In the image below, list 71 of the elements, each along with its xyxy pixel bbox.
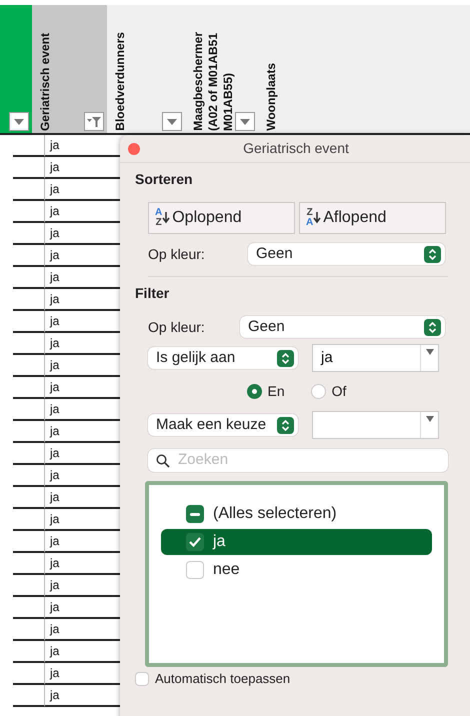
close-button[interactable] [128,142,140,154]
column-label: Bloedverdunners [113,32,127,131]
caret-icon [240,118,250,124]
filter-dropdown-button[interactable] [84,112,104,131]
table-cell [13,575,45,597]
table-cell [13,597,45,619]
table-cell [13,157,45,179]
table-cell [13,245,45,267]
dropdown-select[interactable]: Geen [248,243,445,265]
table-cell [13,311,45,333]
table-cell [13,377,45,399]
section-heading: Sorteren [135,170,194,189]
table-cell [13,487,45,509]
checkbox[interactable] [186,505,204,523]
column-header[interactable]: Geriatrisch event [32,5,107,133]
stepper-icon [277,416,294,434]
caret-icon [14,118,24,124]
table-cell [13,333,45,355]
column-label: M01AB55) [221,72,235,131]
value-list-item[interactable]: nee [161,557,432,583]
radio-option[interactable]: Of [310,381,346,402]
checkbox[interactable] [186,561,204,579]
column-label: (A02 of M01AB51 [206,32,220,131]
column-label: Maagbeschermer [191,32,205,131]
field-label: Op kleur: [148,244,206,264]
filter-dropdown-button[interactable] [162,112,182,131]
table-cell [13,641,45,663]
filter-dropdown-button[interactable] [235,112,255,131]
table-cell [13,685,45,707]
window-title: Geriatrisch event [243,139,349,158]
table-cell [13,553,45,575]
combo-field[interactable]: ja [312,344,439,372]
column-header[interactable] [0,5,32,133]
table-cell [13,289,45,311]
filter-dropdown-button[interactable] [9,112,29,131]
stepper-icon [277,350,294,366]
caret-icon [167,118,177,124]
table-cell [13,399,45,421]
table-cell [13,179,45,201]
section-heading: Filter [135,284,170,303]
caret-icon [426,416,434,422]
column-label: Woonplaats [264,63,278,131]
table-cell [13,223,45,245]
caret-icon [426,349,434,355]
funnel-icon [87,116,101,127]
table-cell [13,509,45,531]
table-cell [13,465,45,487]
value-list-item[interactable]: (Alles selecteren) [161,501,432,527]
checkmark-icon [189,537,201,547]
dropdown-select[interactable]: Geen [240,316,445,338]
table-cell [13,201,45,223]
table-cell [13,135,45,157]
field-label: Op kleur: [148,318,206,337]
value-list-item[interactable]: ja [161,529,432,555]
stepper-icon [424,318,441,336]
table-cell [13,531,45,553]
radio-option[interactable]: En [246,381,285,402]
table-cell [13,663,45,685]
column-label: Geriatrisch event [38,32,52,131]
stepper-icon [424,246,441,262]
table-cell [13,421,45,443]
table-cell [13,443,45,465]
combo-field[interactable] [312,411,439,439]
dropdown-select[interactable]: Maak een keuze [148,414,298,436]
dropdown-select[interactable]: Is gelijk aan [148,347,298,369]
table-cell [13,619,45,641]
table-cell [13,355,45,377]
table-cell [13,267,45,289]
checkbox-option[interactable]: Automatisch toepassen [135,669,448,688]
search-icon [156,454,170,468]
checkbox[interactable] [186,533,204,551]
